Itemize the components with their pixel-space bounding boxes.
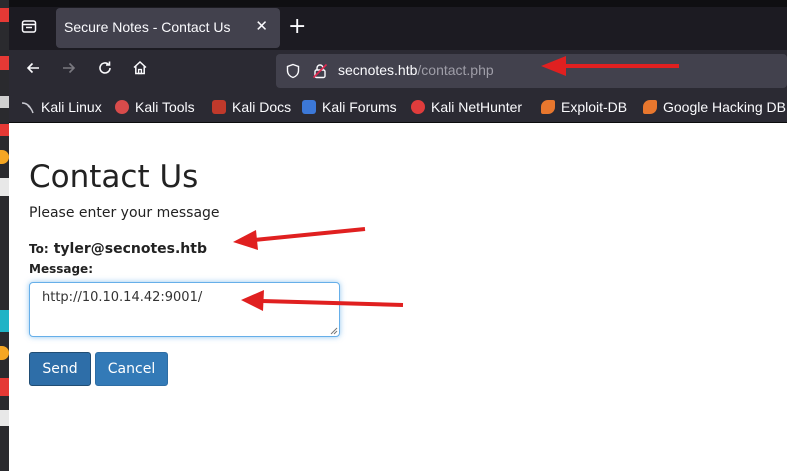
message-label: Message: [29, 262, 93, 276]
bookmark-label: Exploit-DB [561, 99, 628, 115]
edge-icon-orange [0, 346, 9, 360]
intro-text: Please enter your message [29, 205, 220, 221]
resize-grip-icon[interactable] [329, 326, 338, 335]
edge-icon-red [0, 56, 9, 70]
reload-icon[interactable] [93, 59, 117, 83]
bookmark-label: Google Hacking DB [663, 99, 786, 115]
to-label: To: [29, 242, 49, 256]
new-tab-button[interactable]: + [288, 14, 306, 40]
bookmark-label: Kali Docs [232, 99, 292, 115]
edge-icon-red [0, 124, 9, 136]
home-shape [133, 60, 147, 75]
exploit-db-icon [541, 100, 555, 114]
forward-arrow-shape [63, 62, 76, 74]
bookmark-kali-docs[interactable]: Kali Docs [212, 97, 291, 117]
url-text[interactable]: secnotes.htb/contact.php [338, 62, 494, 78]
recipient-email: tyler@secnotes.htb [53, 241, 207, 257]
kali-docs-icon [212, 100, 226, 114]
message-textarea[interactable]: http://10.10.14.42:9001/ [29, 282, 340, 337]
insecure-lock-icon[interactable] [312, 63, 328, 79]
edge-icon-red [0, 8, 9, 22]
edge-icon-red [0, 378, 9, 396]
bookmark-kali-linux[interactable]: Kali Linux [21, 97, 102, 117]
bookmark-label: Kali Tools [135, 99, 195, 115]
window-top-strip [0, 0, 787, 7]
edge-icon-orange [0, 150, 9, 164]
google-hacking-db-icon [643, 100, 657, 114]
send-button[interactable]: Send [29, 352, 91, 386]
edge-icon-cyan [0, 310, 9, 332]
left-panel-edge [0, 0, 9, 471]
tab-list-icon[interactable] [18, 18, 40, 40]
bookmark-google-hacking-db[interactable]: Google Hacking DB [643, 97, 786, 117]
bookmark-label: Kali NetHunter [431, 99, 523, 115]
edge-icon-white [0, 178, 9, 196]
edge-icon-white [0, 410, 9, 426]
url-path: /contact.php [417, 62, 494, 78]
shield-icon[interactable] [285, 63, 301, 79]
bookmark-kali-forums[interactable]: Kali Forums [302, 97, 397, 117]
close-tab-icon[interactable]: ✕ [255, 17, 268, 35]
bookmark-label: Kali Linux [41, 99, 102, 115]
page-title: Contact Us [29, 159, 199, 195]
tab-title: Secure Notes - Contact Us [64, 19, 231, 35]
navigation-toolbar: secnotes.htb/contact.php [0, 50, 787, 92]
url-host: secnotes.htb [338, 62, 418, 78]
active-tab[interactable]: Secure Notes - Contact Us ✕ [56, 8, 280, 48]
kali-dragon-icon [21, 99, 35, 114]
tab-bar: Secure Notes - Contact Us ✕ + [0, 0, 787, 50]
kali-nethunter-icon [411, 100, 425, 114]
recipient-line: To: tyler@secnotes.htb [29, 238, 207, 257]
home-icon[interactable] [128, 59, 152, 83]
reload-shape [99, 61, 111, 74]
bookmark-kali-tools[interactable]: Kali Tools [115, 97, 195, 117]
back-arrow-shape [26, 62, 39, 74]
kali-forums-icon [302, 100, 316, 114]
bookmarks-toolbar: Kali Linux Kali Tools Kali Docs Kali For… [0, 92, 787, 123]
forward-arrow-icon[interactable] [57, 59, 81, 83]
bookmark-exploit-db[interactable]: Exploit-DB [541, 97, 627, 117]
back-arrow-icon[interactable] [21, 59, 45, 83]
message-value: http://10.10.14.42:9001/ [42, 290, 203, 305]
tab-list-icon-shape [21, 20, 37, 33]
kali-tools-icon [115, 100, 129, 114]
page-content: Contact Us Please enter your message To:… [9, 123, 787, 471]
edge-icon-white [0, 96, 9, 108]
bookmark-kali-nethunter[interactable]: Kali NetHunter [411, 97, 522, 117]
bookmark-label: Kali Forums [322, 99, 397, 115]
address-bar[interactable]: secnotes.htb/contact.php [276, 54, 787, 88]
cancel-button[interactable]: Cancel [95, 352, 168, 386]
